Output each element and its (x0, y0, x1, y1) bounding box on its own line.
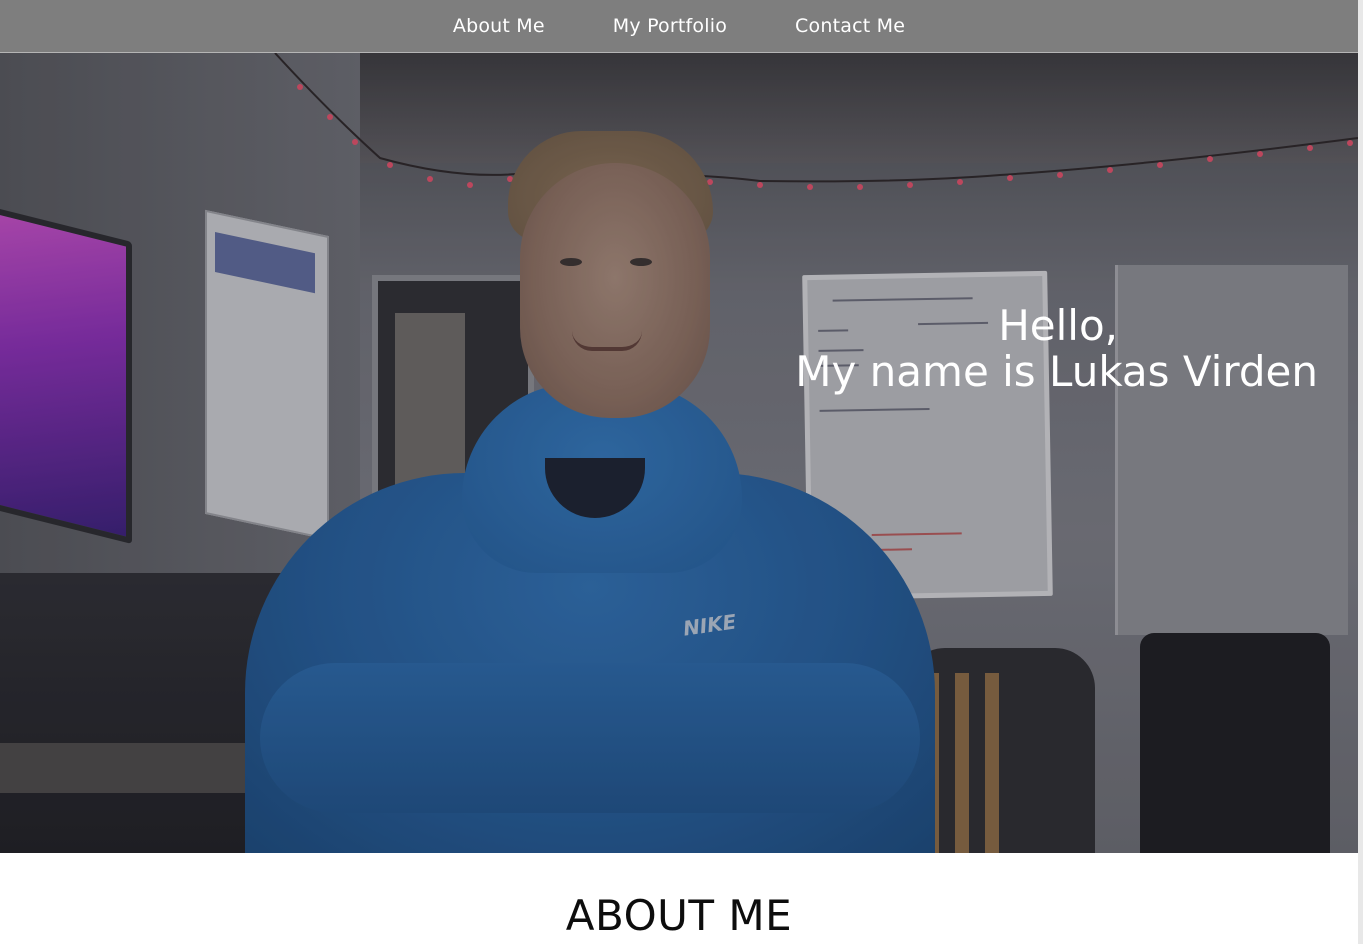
hero-dim-overlay (0, 53, 1358, 853)
hero-section: NIKE Hello, My name is Lukas Virden (0, 53, 1358, 853)
nav-link-my-portfolio[interactable]: My Portfolio (613, 15, 727, 37)
top-nav: About Me My Portfolio Contact Me (0, 0, 1358, 53)
nav-link-contact-me[interactable]: Contact Me (795, 15, 905, 37)
nav-link-about-me[interactable]: About Me (453, 15, 545, 37)
hero-intro: My name is Lukas Virden (795, 347, 1318, 396)
about-heading: ABOUT ME (565, 891, 793, 940)
hero-heading: Hello, My name is Lukas Virden (795, 303, 1318, 395)
page: About Me My Portfolio Contact Me NIKE He… (0, 0, 1363, 944)
hero-greeting: Hello, (998, 301, 1118, 350)
about-section: ABOUT ME (0, 853, 1358, 944)
page-scrollbar[interactable] (1358, 0, 1363, 944)
